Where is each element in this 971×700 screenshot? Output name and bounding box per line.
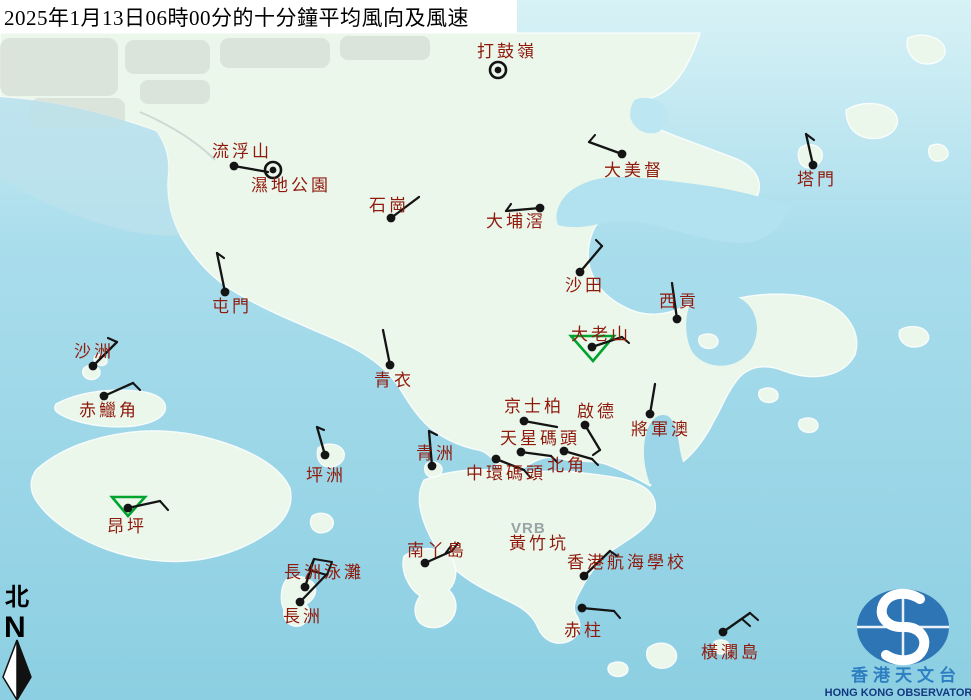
station-label: 昂坪 (107, 517, 147, 536)
station-label: 大老山 (571, 325, 631, 344)
station-dot (520, 417, 529, 426)
station-label: 屯門 (212, 297, 252, 316)
station-label: 天星碼頭 (500, 429, 580, 448)
calm-wind-dot (495, 67, 502, 74)
hko-logo-name-en: HONG KONG OBSERVATORY (825, 687, 971, 699)
station-dot (89, 362, 98, 371)
station-dot (581, 421, 590, 430)
station-label: 長洲 (283, 607, 323, 626)
station-dot (124, 504, 133, 513)
station-label: 赤鱲角 (79, 401, 139, 420)
station-label: 濕地公園 (251, 176, 331, 195)
station-dot (386, 361, 395, 370)
title-bar: 2025年1月13日06時00分的十分鐘平均風向及風速 (0, 0, 517, 33)
station-label: 香港航海學校 (567, 553, 687, 572)
station-dot (618, 150, 627, 159)
station-label: 大埔滘 (486, 212, 546, 231)
station-label: 西貢 (659, 292, 699, 311)
wind-map-screenshot: 打鼓嶺流浮山濕地公園石崗大埔滘 大美督 塔門沙田西貢 屯門沙洲赤鱲角 青衣 大老山京士柏啟… (0, 0, 971, 700)
station-label: 沙洲 (74, 342, 114, 361)
station-dot (100, 392, 109, 401)
island-south-small (608, 662, 628, 677)
station-dot (809, 161, 818, 170)
station-label: 黃竹坑 (509, 534, 569, 553)
station-dot (230, 162, 239, 171)
station-label: 青洲 (416, 444, 456, 463)
station-dot (301, 583, 310, 592)
station-label: 中環碼頭 (466, 464, 546, 483)
island-se-2 (799, 418, 818, 433)
station-dot (646, 410, 655, 419)
island-hei-ling-chau (310, 513, 333, 533)
station-label: 打鼓嶺 (477, 42, 537, 61)
hko-logo-name-zh: 香港天文台 (851, 665, 961, 685)
station-label: 啟德 (577, 402, 617, 421)
island-kau-sai (699, 334, 718, 349)
station-label: 塔門 (797, 170, 837, 189)
island-po-toi (647, 643, 677, 668)
station-label: 流浮山 (212, 142, 272, 161)
station-label: 京士柏 (504, 397, 564, 416)
station-dot (578, 604, 587, 613)
compass-label-north-en: N (4, 611, 26, 644)
station-label: 沙田 (565, 276, 605, 295)
island-ne-3 (929, 144, 948, 161)
station-label: 坪洲 (306, 466, 346, 485)
station-label: 橫瀾島 (701, 643, 761, 662)
island-east-1 (899, 327, 929, 348)
station-dot (719, 628, 728, 637)
map-title: 2025年1月13日06時00分的十分鐘平均風向及風速 (0, 2, 469, 32)
station-label: 南丫島 (407, 541, 467, 560)
station-label: 將軍澳 (631, 420, 691, 439)
station-dot (296, 598, 305, 607)
hong-kong-map: 打鼓嶺流浮山濕地公園石崗大埔滘 大美督 塔門沙田西貢 屯門沙洲赤鱲角 青衣 大老山京士柏啟… (0, 0, 971, 700)
station-dot (560, 447, 569, 456)
compass-label-north-zh: 北 (5, 584, 29, 611)
station-label: 大美督 (604, 161, 664, 180)
station-dot (321, 451, 330, 460)
calm-wind-dot (270, 167, 277, 174)
station-label: 石崗 (369, 196, 409, 215)
station-dot (492, 455, 501, 464)
station-dot (580, 572, 589, 581)
station-label: 北角 (547, 456, 587, 475)
station-dot (517, 448, 526, 457)
station-label: 長洲泳灘 (284, 563, 364, 582)
station-label: 青衣 (374, 371, 414, 390)
station-dot (673, 315, 682, 324)
island-se-1 (759, 388, 778, 403)
station-label: 赤柱 (564, 621, 604, 640)
station-dot (221, 288, 230, 297)
